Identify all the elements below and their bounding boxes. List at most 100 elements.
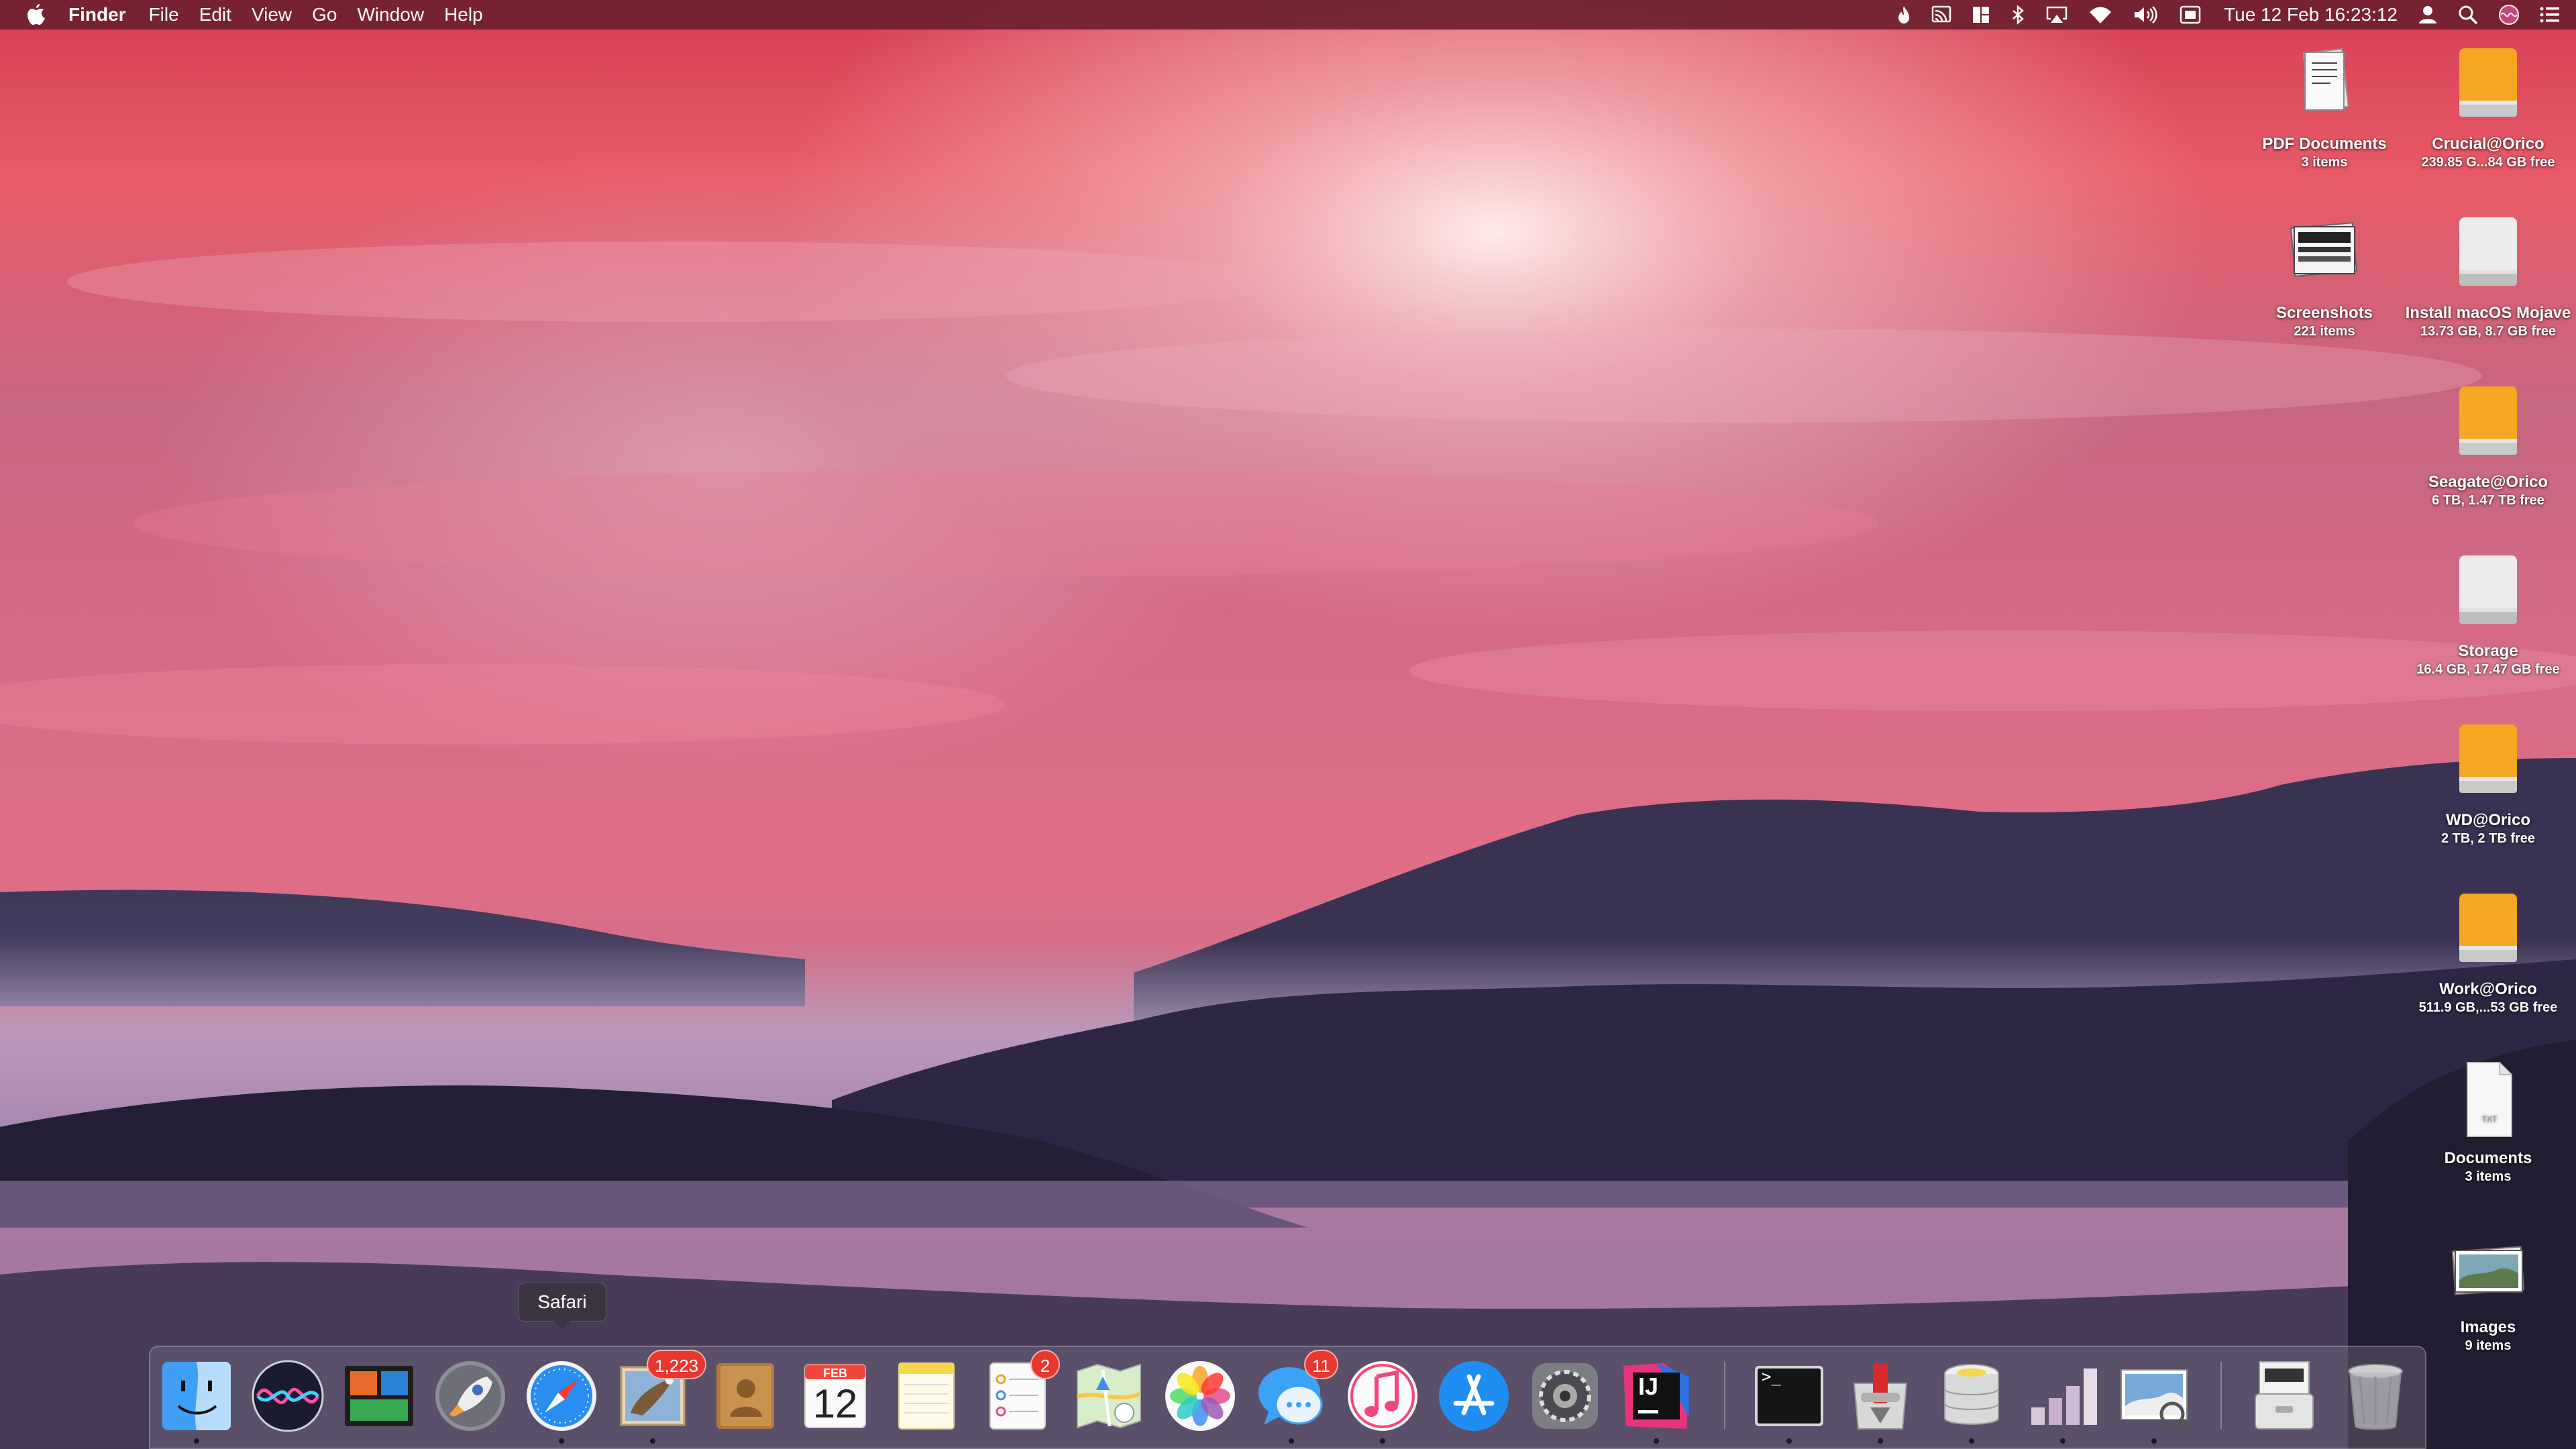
app-store-icon [1439,1361,1509,1431]
screen-manager-icon [345,1366,413,1426]
transmission-icon [1853,1363,1908,1430]
launchpad-rocket-icon [435,1361,505,1431]
trash-icon [2348,1364,2403,1430]
siri-icon [252,1360,324,1432]
orange-drive-icon [2445,719,2532,806]
calendar-day: 12 [812,1381,858,1426]
desktop-item-work-orico[interactable]: Work@Orico 511.9 GB,...53 GB free [2404,888,2572,1016]
desktop-item-info: 3 items [2301,155,2348,170]
cast-icon[interactable] [1931,0,1951,30]
dock-item-siri[interactable] [248,1356,327,1436]
menu-window[interactable]: Window [357,0,424,30]
safari-compass-icon [527,1361,596,1431]
dock-item-preview[interactable] [2114,1356,2194,1436]
dock-separator [2220,1362,2222,1429]
preview-photos-icon [2121,1369,2190,1432]
dock-item-contacts[interactable] [704,1356,784,1436]
bluetooth-icon[interactable] [2010,0,2025,30]
menu-go[interactable]: Go [312,0,337,30]
dock-item-disk-utility-stats[interactable] [2023,1356,2102,1436]
dock-item-notes[interactable] [887,1356,966,1436]
calendar-month: FEB [823,1366,847,1380]
desktop-item-info: 221 items [2294,324,2355,339]
desktop-item-wd-orico[interactable]: WD@Orico 2 TB, 2 TB free [2404,719,2572,847]
menu-file[interactable]: File [149,0,179,30]
desktop-item-images[interactable]: Images 9 items [2404,1226,2572,1354]
siri-icon[interactable] [2498,0,2520,30]
pdf-stack-icon [2281,43,2368,130]
spotlight-search-icon[interactable] [2458,0,2478,30]
desktop-item-name: Images [2460,1318,2516,1336]
desktop-item-name: WD@Orico [2445,811,2531,829]
menu-view[interactable]: View [252,0,292,30]
menu-help[interactable]: Help [444,0,483,30]
desktop-item-info: 2 TB, 2 TB free [2440,831,2536,846]
desktop-item-install-macos-mojave[interactable]: Install macOS Mojave 13.73 GB, 8.7 GB fr… [2404,212,2572,339]
user-icon[interactable] [2418,0,2438,30]
desktop-item-name: Work@Orico [2439,980,2537,998]
running-indicator [1878,1438,1883,1444]
desktop-item-seagate-orico[interactable]: Seagate@Orico 6 TB, 1.47 TB free [2404,381,2572,508]
desktop-item-screenshots[interactable]: Screenshots 221 items [2241,212,2408,339]
desktop-item-crucial-orico[interactable]: Crucial@Orico 239.85 G...84 GB free [2404,43,2572,170]
running-indicator [1380,1438,1385,1444]
running-indicator [1654,1438,1659,1444]
desktop-item-info: 16.4 GB, 17.47 GB free [2416,662,2560,677]
itunes-music-icon [1348,1361,1417,1431]
menu-app-finder[interactable]: Finder [68,0,126,30]
desktop-item-info: 13.73 GB, 8.7 GB free [2420,324,2557,339]
terminal-prompt: >_ [1762,1367,1781,1386]
desktop-item-name: Install macOS Mojave [2405,304,2571,322]
orange-drive-icon [2445,381,2532,468]
dock-item-itunes[interactable] [1343,1356,1422,1436]
menu-edit[interactable]: Edit [199,0,231,30]
window-layout-icon[interactable] [1972,0,1990,30]
finder-icon [162,1362,231,1430]
dock-item-photos[interactable] [1161,1356,1240,1436]
running-indicator [1786,1438,1792,1444]
orange-drive-icon [2445,888,2532,975]
dock-item-screen-manager[interactable] [339,1356,419,1436]
desktop-item-documents[interactable]: TXT Documents 3 items [2404,1057,2572,1185]
dock-item-safari[interactable] [522,1356,601,1436]
reminders-badge: 2 [1030,1350,1060,1379]
database-stack-icon [1944,1364,1999,1425]
flame-icon[interactable] [1896,0,1911,30]
desktop-item-pdf-documents[interactable]: PDF Documents 3 items [2241,43,2408,170]
dock-item-trash[interactable] [2336,1356,2415,1436]
dock-item-launchpad[interactable] [431,1356,510,1436]
desktop-item-info: 511.9 GB,...53 GB free [2418,1000,2558,1015]
running-indicator [1969,1438,1974,1444]
wifi-icon[interactable] [2088,0,2112,30]
dock-item-downloads-stack[interactable] [2245,1356,2324,1436]
desktop-item-info: 239.85 G...84 GB free [2421,155,2555,170]
system-preferences-gear-icon [1532,1363,1598,1429]
dock-item-maps[interactable] [1069,1356,1148,1436]
desktop-item-storage[interactable]: Storage 16.4 GB, 17.47 GB free [2404,550,2572,678]
volume-icon[interactable] [2133,0,2159,30]
dock-item-transmission[interactable] [1841,1356,1920,1436]
maps-icon [1076,1363,1142,1429]
keyboard-input-icon[interactable] [2180,0,2201,30]
notification-center-icon[interactable] [2540,0,2560,30]
downloads-stack-icon [2255,1361,2314,1430]
messages-badge: 11 [1304,1350,1338,1379]
running-indicator [1289,1438,1294,1444]
orange-drive-icon [2445,43,2532,130]
desktop-item-info: 6 TB, 1.47 TB free [2432,493,2544,508]
dock-item-finder[interactable] [157,1356,236,1436]
dock-item-app-store[interactable] [1434,1356,1513,1436]
images-stack-icon [2445,1226,2532,1313]
dock-item-system-preferences[interactable] [1525,1356,1605,1436]
apple-logo-icon[interactable] [25,3,48,26]
menu-bar: Finder File Edit View Go Window Help Tue… [0,0,2576,30]
running-indicator [2151,1438,2157,1444]
running-indicator [2060,1438,2065,1444]
running-indicator [559,1438,564,1444]
airplay-icon[interactable] [2045,0,2068,30]
dock-tooltip: Safari [518,1283,606,1329]
dock-separator [1724,1362,1725,1429]
menubar-clock[interactable]: Tue 12 Feb 16:23:12 [2224,0,2398,30]
dock-item-sequel-pro[interactable] [1932,1356,2011,1436]
contacts-book-icon [716,1363,774,1429]
